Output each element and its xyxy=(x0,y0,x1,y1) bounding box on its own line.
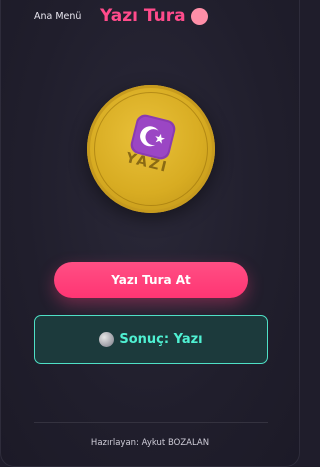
flip-coin-button[interactable]: Yazı Tura At xyxy=(54,262,248,298)
header: Ana Menü Yazı Tura xyxy=(1,0,299,34)
coin-face: YAZI xyxy=(87,85,215,213)
result-box: Sonuç: Yazı xyxy=(34,315,268,364)
page-title: Yazı Tura xyxy=(100,6,208,26)
title-dot-icon xyxy=(190,7,208,25)
coin-icon xyxy=(99,332,115,347)
main-menu-link[interactable]: Ana Menü xyxy=(34,11,81,22)
result-text: Sonuç: Yazı xyxy=(119,332,203,347)
footer-credit: Hazırlayan: Aykut BOZALAN xyxy=(90,438,210,448)
page-title-text: Yazı Tura xyxy=(100,6,186,26)
footer-divider xyxy=(34,422,268,423)
coin: YAZI xyxy=(87,85,215,213)
app-screen: Ana Menü Yazı Tura YAZI Yazı Tura At Son… xyxy=(0,0,300,467)
